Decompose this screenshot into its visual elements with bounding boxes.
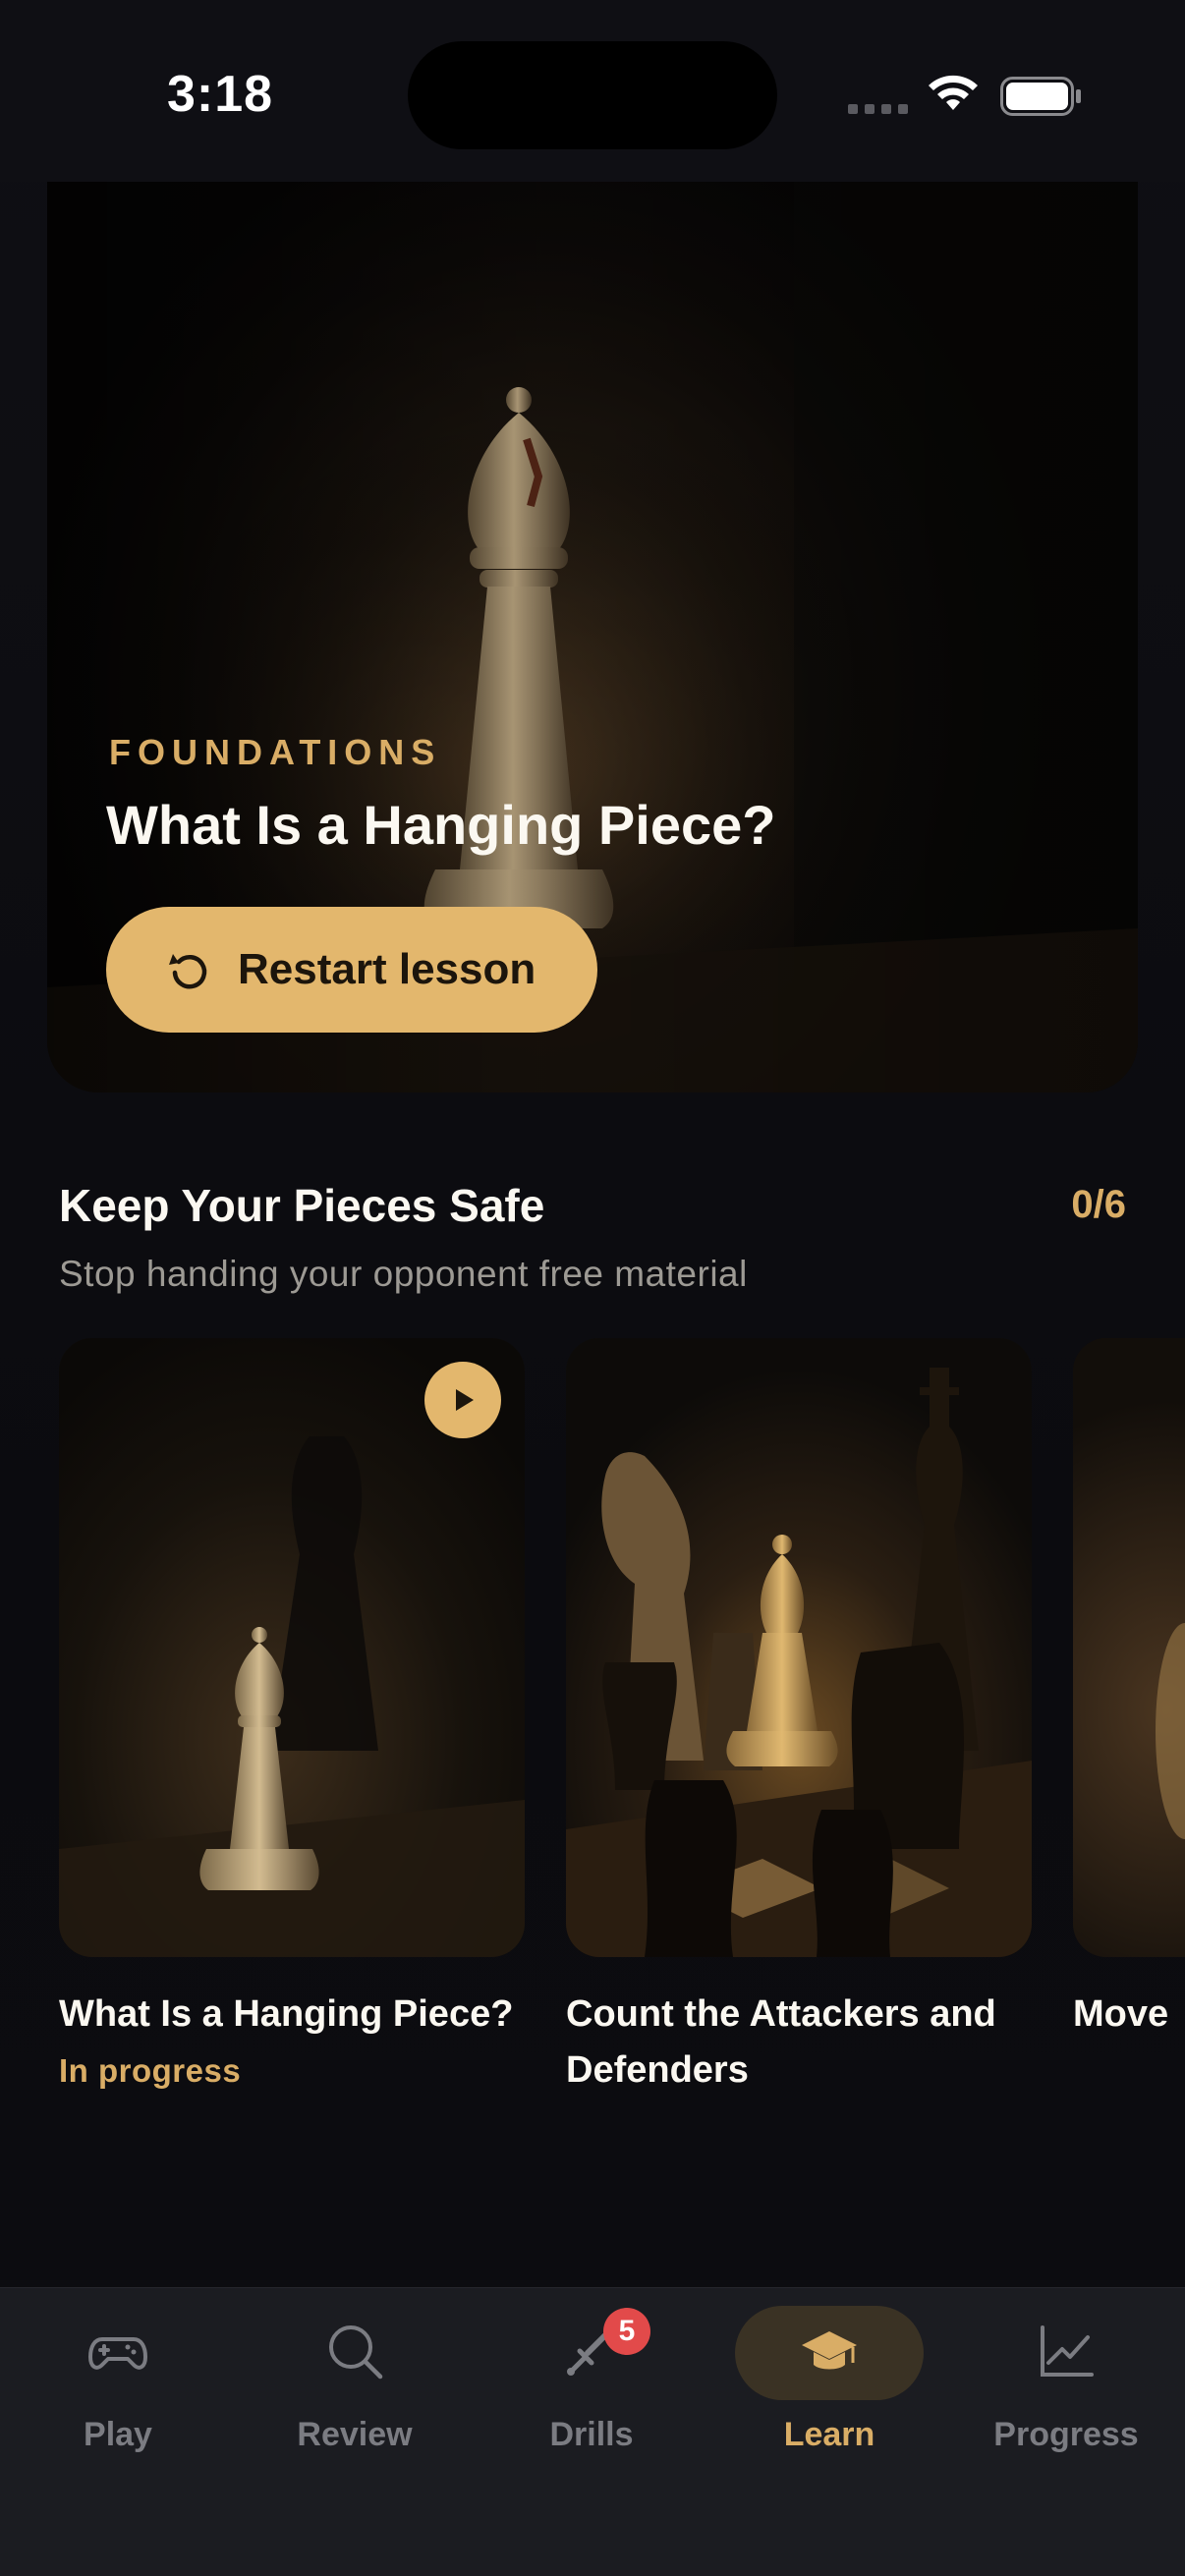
section-progress: 0/6 xyxy=(1071,1183,1126,1226)
battery-icon xyxy=(1000,77,1081,116)
restart-lesson-label: Restart lesson xyxy=(238,945,536,993)
learn-screen: 3:18 FOUNDATIONS What Is a Hanging Piece… xyxy=(0,0,1185,2576)
wifi-icon xyxy=(929,75,978,110)
tab-progress-label: Progress xyxy=(993,2416,1139,2453)
tab-review[interactable]: Review xyxy=(256,2288,453,2485)
drills-count-badge: 5 xyxy=(603,2308,650,2355)
lesson-thumbnail xyxy=(566,1338,1032,1957)
status-bar: 3:18 xyxy=(0,0,1185,182)
lesson-card-status: In progress xyxy=(59,2052,242,2089)
cellular-signal-icon xyxy=(848,104,908,114)
lesson-thumbnail xyxy=(1073,1338,1185,1957)
lesson-card[interactable]: Move xyxy=(1073,1338,1185,2043)
lesson-carousel[interactable]: What Is a Hanging Piece? In progress Cou… xyxy=(59,1338,1185,2173)
bottom-tab-bar: Play Review 5 Drills Learn Progress xyxy=(0,2287,1185,2576)
lesson-card-title: Move xyxy=(1073,1993,1169,2035)
play-lesson-button[interactable] xyxy=(424,1362,501,1438)
lesson-card[interactable]: What Is a Hanging Piece? In progress xyxy=(59,1338,525,2090)
tab-learn[interactable]: Learn xyxy=(731,2288,928,2485)
lesson-category: FOUNDATIONS xyxy=(109,732,442,772)
lesson-thumbnail xyxy=(59,1338,525,1957)
graduation-cap-icon xyxy=(802,2331,857,2370)
tab-drills[interactable]: 5 Drills xyxy=(493,2288,690,2485)
tab-play-label: Play xyxy=(84,2416,152,2453)
lesson-card[interactable]: Count the Attackers and Defenders xyxy=(566,1338,1032,2099)
lesson-card-title: What Is a Hanging Piece? xyxy=(59,1993,514,2035)
tab-progress[interactable]: Progress xyxy=(968,2288,1164,2485)
status-time: 3:18 xyxy=(167,66,274,123)
tab-review-label: Review xyxy=(297,2416,413,2453)
restart-icon xyxy=(169,954,207,989)
chart-line-icon xyxy=(1041,2325,1094,2377)
lesson-thumbnail-image xyxy=(1073,1338,1185,1957)
restart-lesson-button[interactable]: Restart lesson xyxy=(106,907,597,1033)
tab-drills-label: Drills xyxy=(549,2416,634,2453)
play-icon xyxy=(456,1389,474,1411)
dynamic-island xyxy=(408,41,777,149)
chess-board-thumbnail-image xyxy=(566,1338,1032,1957)
lesson-title: What Is a Hanging Piece? xyxy=(106,794,776,856)
tab-learn-label: Learn xyxy=(783,2416,875,2453)
featured-lesson-card[interactable]: FOUNDATIONS What Is a Hanging Piece? Res… xyxy=(47,182,1138,1092)
section-title: Keep Your Pieces Safe xyxy=(59,1180,545,1231)
lesson-card-title: Count the Attackers and Defenders xyxy=(566,1993,996,2091)
tab-play[interactable]: Play xyxy=(20,2288,216,2485)
section-subtitle: Stop handing your opponent free material xyxy=(59,1254,748,1294)
search-icon xyxy=(329,2325,383,2380)
gamepad-icon xyxy=(88,2337,147,2370)
